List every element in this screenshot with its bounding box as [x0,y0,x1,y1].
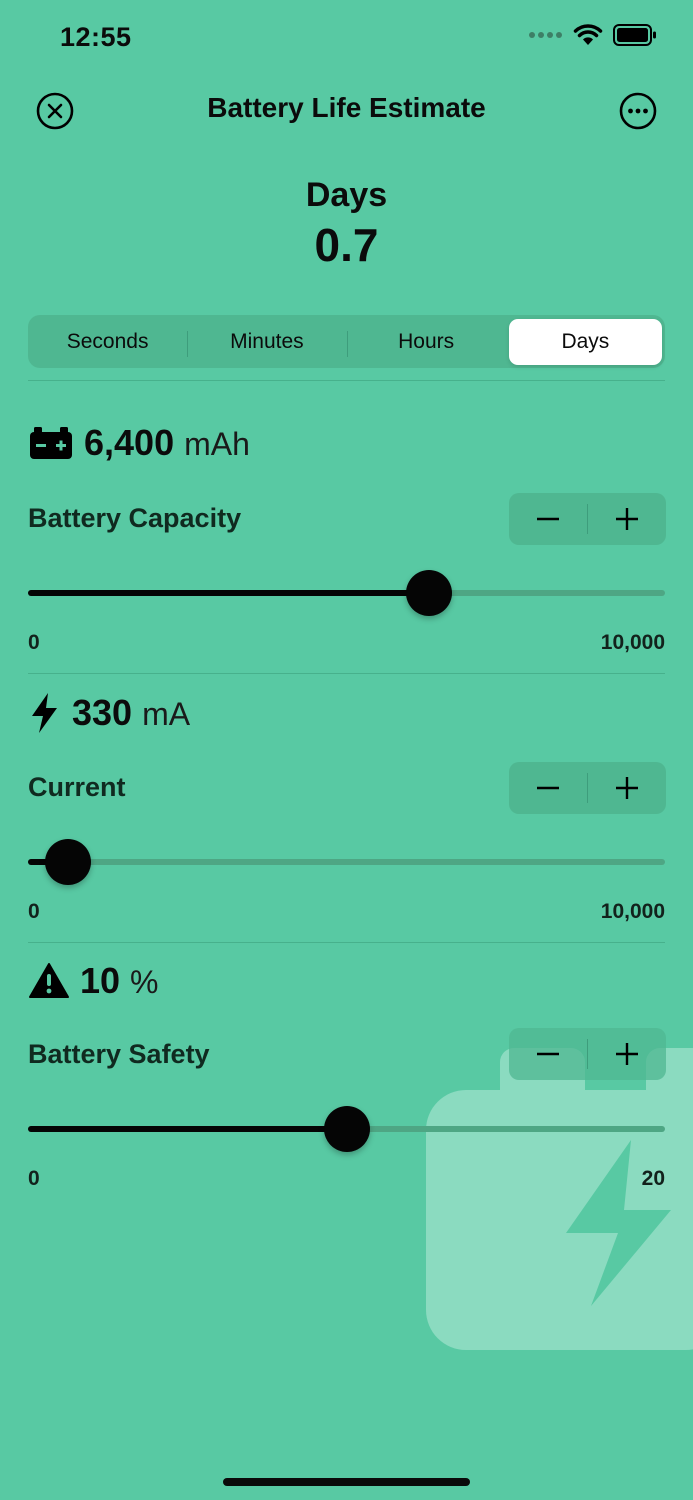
safety-slider[interactable] [28,1106,665,1152]
minus-icon [537,1052,559,1056]
capacity-slider-thumb[interactable] [406,570,453,616]
home-indicator [223,1478,470,1486]
capacity-label: Battery Capacity [28,503,242,533]
warning-triangle-icon [29,963,69,998]
capacity-slider-fill [28,590,430,596]
current-stepper [509,762,666,814]
divider [28,942,665,943]
capacity-stepper [509,493,666,545]
wifi-icon [573,24,603,45]
current-slider-thumb[interactable] [45,839,92,885]
capacity-unit: mAh [184,426,250,462]
current-min-label: 0 [28,900,40,923]
battery-plus-minus-icon [30,427,72,459]
current-increment-button[interactable] [588,762,666,814]
status-icons [529,24,657,46]
current-value: 330 [72,692,133,733]
capacity-min-label: 0 [28,631,40,654]
safety-max-label: 20 [641,1167,665,1190]
safety-label: Battery Safety [28,1039,210,1069]
minus-icon [537,517,559,521]
safety-value-row: 10 % [28,960,159,1002]
segment-days[interactable]: Days [508,318,662,365]
battery-illustration-icon [426,1048,693,1350]
safety-value: 10 [80,960,121,1001]
safety-increment-button[interactable] [588,1028,666,1080]
plus-icon [616,1043,638,1065]
capacity-increment-button[interactable] [588,493,666,545]
capacity-value-row: 6,400 mAh [28,422,250,464]
divider [28,673,665,674]
current-unit: mA [142,696,191,732]
battery-status-icon [613,24,656,46]
capacity-max-label: 10,000 [600,631,665,654]
safety-slider-thumb[interactable] [323,1106,370,1152]
more-icon [619,92,657,130]
segment-seconds[interactable]: Seconds [31,319,189,365]
safety-stepper [509,1028,666,1080]
page-title: Battery Life Estimate [207,92,486,123]
safety-slider-fill [28,1126,347,1132]
bolt-icon [32,693,57,733]
segment-minutes[interactable]: Minutes [190,319,348,365]
current-value-row: 330 mA [28,692,190,734]
capacity-value: 6,400 [84,422,175,463]
capacity-slider[interactable] [28,570,665,616]
time-unit-segmented-control: Seconds Minutes Hours Days [28,315,665,368]
status-time: 12:55 [60,22,132,52]
current-decrement-button[interactable] [509,762,587,814]
current-slider[interactable] [28,839,665,885]
segment-hours[interactable]: Hours [350,319,503,365]
plus-icon [616,508,638,530]
result-value: 0.7 [314,219,379,271]
minus-icon [537,786,559,790]
current-label: Current [28,772,126,802]
safety-min-label: 0 [28,1167,40,1190]
capacity-decrement-button[interactable] [509,493,587,545]
result-unit-label: Days [305,176,388,214]
divider [28,380,665,381]
safety-unit: % [130,964,159,1000]
plus-icon [616,777,638,799]
safety-decrement-button[interactable] [509,1028,587,1080]
more-button[interactable] [618,91,658,131]
signal-icon [529,32,562,38]
current-max-label: 10,000 [600,900,665,923]
